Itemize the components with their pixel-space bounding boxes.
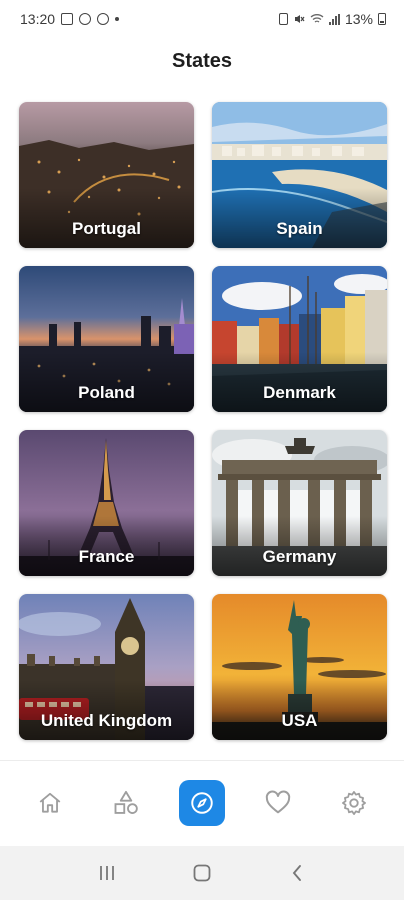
status-time: 13:20 (20, 11, 56, 27)
back-button[interactable] (277, 853, 317, 893)
state-label: Spain (276, 219, 323, 238)
favorites-icon (265, 790, 291, 813)
categories-icon (114, 790, 138, 814)
mute-icon (294, 15, 305, 23)
card-shade (19, 188, 194, 248)
card-shade (212, 680, 387, 740)
card-shade (19, 680, 194, 740)
nav-explore-button[interactable] (179, 779, 225, 826)
state-card-portugal[interactable]: Portugal (19, 102, 194, 248)
system-nav-bar (0, 846, 404, 900)
battery-icon (378, 13, 386, 25)
state-card-spain[interactable]: Spain (212, 102, 387, 248)
state-label: Portugal (72, 219, 141, 238)
signal-icon (328, 13, 340, 25)
home-button-icon (193, 864, 211, 882)
nav-categories-button[interactable] (103, 780, 149, 826)
state-card-germany[interactable]: Germany (212, 430, 387, 576)
battery-saver-icon (278, 13, 288, 25)
state-label: USA (281, 711, 318, 730)
page-title: States (171, 50, 233, 72)
state-label: Denmark (263, 383, 336, 402)
status-right: 13% (278, 11, 386, 27)
state-card-united-kingdom[interactable]: United Kingdom (19, 594, 194, 740)
bottom-nav (0, 760, 404, 844)
recent-apps-button[interactable] (87, 853, 127, 893)
card-shade (19, 516, 194, 576)
sync-icon (97, 13, 110, 25)
card-shade (212, 352, 387, 412)
state-card-denmark[interactable]: Denmark (212, 266, 387, 412)
wifi-icon (310, 14, 324, 23)
state-card-france[interactable]: France (19, 430, 194, 576)
cast-icon (79, 13, 92, 25)
state-label: France (78, 547, 135, 566)
back-icon (292, 865, 301, 881)
system-home-button[interactable] (182, 853, 222, 893)
card-shade (212, 188, 387, 248)
card-shade (19, 352, 194, 412)
explore-icon (191, 791, 213, 814)
state-card-poland[interactable]: Poland (19, 266, 194, 412)
status-bar: 13:20 13% (0, 0, 404, 38)
state-label: United Kingdom (40, 711, 173, 730)
settings-icon (342, 790, 366, 815)
status-left: 13:20 (20, 11, 120, 27)
battery-percent: 13% (344, 11, 373, 27)
states-grid: Portugal Spain Poland Denmark France Ger… (19, 102, 387, 740)
home-icon (39, 792, 61, 813)
state-label: Poland (78, 383, 135, 402)
nav-settings-button[interactable] (331, 780, 377, 826)
card-shade (212, 516, 387, 576)
state-label: Germany (262, 547, 337, 566)
dot-icon (115, 17, 120, 21)
photo-icon (61, 13, 74, 25)
recent-apps-icon (100, 866, 115, 880)
nav-favorites-button[interactable] (255, 780, 301, 826)
state-card-usa[interactable]: USA (212, 594, 387, 740)
nav-home-button[interactable] (27, 780, 73, 826)
